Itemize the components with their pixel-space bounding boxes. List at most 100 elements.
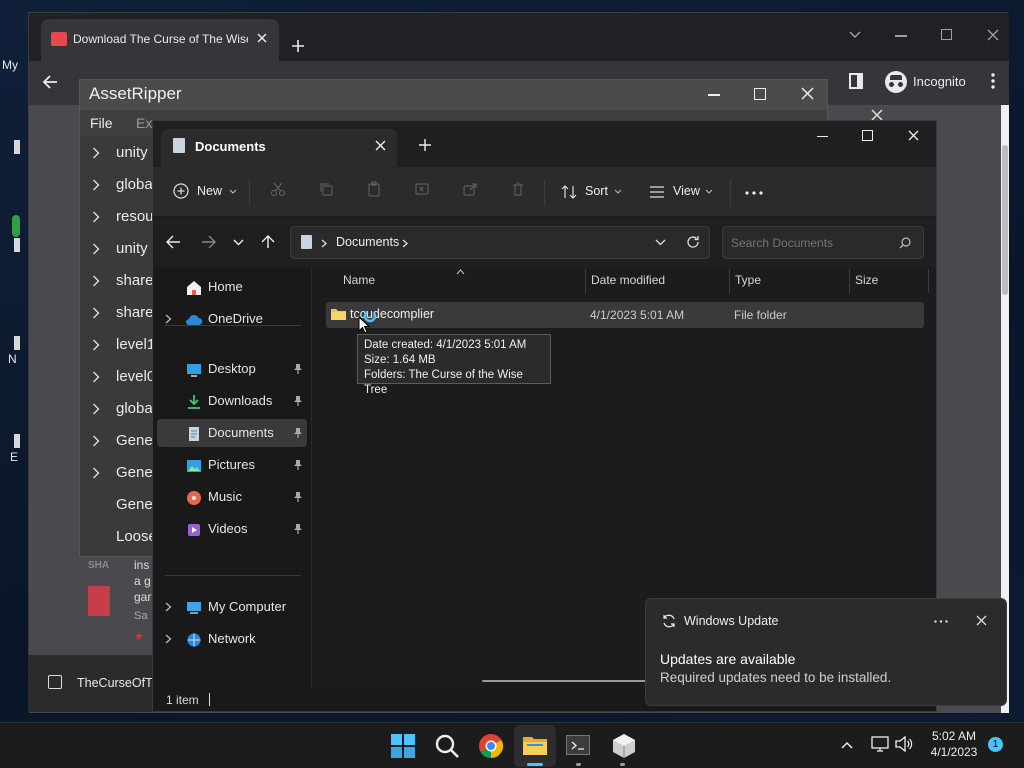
chevron-right-icon[interactable]: [92, 243, 100, 255]
column-divider[interactable]: [729, 269, 730, 293]
forward-arrow-icon[interactable]: [201, 235, 216, 249]
minimize-icon[interactable]: [708, 94, 720, 96]
incognito-label[interactable]: Incognito: [913, 74, 966, 89]
table-row[interactable]: tccudecomplier 4/1/2023 5:01 AM File fol…: [326, 302, 924, 328]
asset-tree-item[interactable]: Gener: [80, 490, 158, 522]
copy-icon[interactable]: [318, 181, 334, 197]
sidebar-item-videos[interactable]: Videos: [157, 515, 307, 543]
cut-icon[interactable]: [270, 181, 286, 197]
close-icon[interactable]: [908, 130, 919, 141]
desktop-icon[interactable]: [14, 238, 20, 252]
sidebar-item-downloads[interactable]: Downloads: [157, 387, 307, 415]
column-divider[interactable]: [849, 269, 850, 293]
back-arrow-icon[interactable]: [41, 73, 59, 91]
chevron-right-icon[interactable]: [165, 314, 172, 324]
asset-tree-item[interactable]: resou: [80, 202, 155, 234]
paste-icon[interactable]: [366, 181, 382, 197]
notification-toast[interactable]: Windows Update Updates are available Req…: [645, 598, 1007, 706]
sort-button[interactable]: Sort: [559, 177, 633, 207]
menu-export[interactable]: Ex: [136, 115, 152, 131]
column-type[interactable]: Type: [735, 273, 761, 287]
column-date-modified[interactable]: Date modified: [591, 273, 665, 287]
desktop-icon-label[interactable]: My: [2, 58, 18, 72]
chevron-right-icon[interactable]: [165, 634, 172, 644]
breadcrumb-documents[interactable]: Documents: [336, 235, 399, 249]
network-icon[interactable]: [871, 736, 889, 752]
pin-icon[interactable]: [293, 363, 303, 375]
chevron-right-icon[interactable]: [92, 371, 100, 383]
sidebar-item-desktop[interactable]: Desktop: [157, 355, 307, 383]
pin-icon[interactable]: [293, 523, 303, 535]
download-item-label[interactable]: TheCurseOfT: [77, 676, 153, 690]
asset-tree-item[interactable]: Gener: [80, 458, 158, 490]
terminal-icon[interactable]: [566, 735, 590, 755]
more-vert-icon[interactable]: [991, 73, 995, 89]
asset-tree-item[interactable]: level1: [80, 330, 155, 362]
minimize-icon[interactable]: [817, 136, 828, 138]
asset-tree-item[interactable]: Gener: [80, 426, 158, 458]
desktop-icon-label[interactable]: N: [8, 352, 17, 366]
desktop-icon-label[interactable]: E: [10, 450, 18, 464]
asset-tree-item[interactable]: unity: [80, 138, 155, 170]
chevron-right-icon[interactable]: [92, 147, 100, 159]
page-button[interactable]: [88, 586, 110, 616]
menu-file[interactable]: File: [90, 115, 113, 131]
address-bar[interactable]: Documents: [290, 226, 710, 259]
asset-tree-item[interactable]: globa: [80, 170, 155, 202]
maximize-icon[interactable]: [754, 88, 766, 100]
chevron-right-icon[interactable]: [402, 239, 408, 248]
sidebar-item-my-computer[interactable]: My Computer: [157, 593, 307, 621]
chevron-right-icon[interactable]: [165, 602, 172, 612]
asset-tree-item[interactable]: share: [80, 266, 155, 298]
desktop-icon[interactable]: [14, 434, 20, 448]
up-arrow-icon[interactable]: [261, 234, 275, 249]
column-name[interactable]: Name: [343, 273, 375, 287]
delete-icon[interactable]: [510, 181, 526, 197]
column-size[interactable]: Size: [855, 273, 878, 287]
chevron-right-icon[interactable]: [92, 339, 100, 351]
windows-start-icon[interactable]: [390, 733, 416, 759]
asset-tree-item[interactable]: level0: [80, 362, 155, 394]
notification-badge[interactable]: 1: [988, 737, 1003, 752]
chevron-right-icon[interactable]: [92, 435, 100, 447]
desktop-icon[interactable]: [14, 336, 20, 350]
chevron-right-icon[interactable]: [92, 275, 100, 287]
clock-date[interactable]: 4/1/2023: [925, 745, 983, 759]
sidebar-item-pictures[interactable]: Pictures: [157, 451, 307, 479]
desktop-icon[interactable]: [14, 140, 20, 154]
new-button[interactable]: New: [171, 177, 255, 207]
rename-icon[interactable]: [414, 181, 430, 197]
sidebar-item-network[interactable]: Network: [157, 625, 307, 653]
new-tab-icon[interactable]: [291, 39, 305, 53]
share-icon[interactable]: [462, 181, 478, 197]
back-arrow-icon[interactable]: [166, 235, 181, 249]
close-icon[interactable]: [987, 29, 999, 41]
asset-tree-item[interactable]: globa: [80, 394, 155, 426]
pin-icon[interactable]: [293, 395, 303, 407]
search-input[interactable]: [731, 234, 891, 252]
close-icon[interactable]: [255, 31, 269, 45]
explorer-tab[interactable]: Documents: [161, 129, 397, 167]
more-horizontal-icon[interactable]: [745, 191, 763, 195]
chevron-right-icon[interactable]: [92, 403, 100, 415]
chevron-right-icon[interactable]: [92, 307, 100, 319]
minimize-icon[interactable]: [895, 35, 907, 37]
maximize-icon[interactable]: [862, 130, 873, 141]
chevron-up-icon[interactable]: [841, 741, 853, 749]
volume-icon[interactable]: [895, 736, 913, 752]
search-box[interactable]: [722, 226, 924, 259]
chevron-down-icon[interactable]: [233, 239, 244, 246]
close-icon[interactable]: [976, 615, 987, 626]
close-icon[interactable]: [801, 87, 814, 100]
pin-icon[interactable]: [293, 427, 303, 439]
new-tab-icon[interactable]: [419, 139, 431, 151]
chevron-right-icon[interactable]: [92, 179, 100, 191]
more-horizontal-icon[interactable]: [934, 620, 948, 623]
chevron-right-icon[interactable]: [92, 467, 100, 479]
assetripper-icon[interactable]: [611, 733, 637, 759]
sidebar-item-documents[interactable]: Documents: [157, 419, 307, 447]
asset-tree-item[interactable]: unity: [80, 234, 155, 266]
column-divider[interactable]: [585, 269, 586, 293]
maximize-icon[interactable]: [941, 29, 952, 40]
desktop-icon[interactable]: [12, 215, 20, 237]
